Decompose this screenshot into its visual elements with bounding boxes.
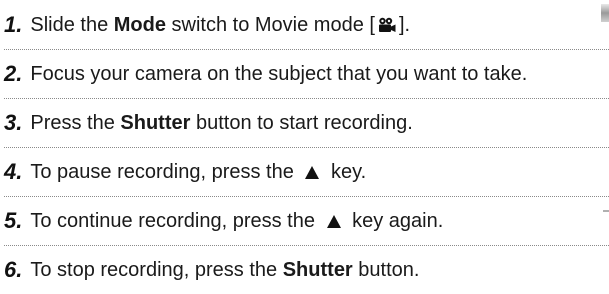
- step-text: To stop recording, press the Shutter but…: [30, 260, 419, 280]
- step-divider: [4, 98, 609, 99]
- step-text: Focus your camera on the subject that yo…: [30, 64, 527, 84]
- step-keyword: Mode: [113, 13, 166, 36]
- step-number: 5.: [4, 207, 23, 233]
- up-triangle-icon: [305, 165, 320, 179]
- step-number: 6.: [4, 256, 23, 282]
- step-divider: [4, 196, 609, 197]
- step-text-fragment: Slide the: [30, 13, 114, 36]
- step-text: Slide the Mode switch to Movie mode [].: [30, 15, 410, 35]
- step-divider: [4, 49, 609, 50]
- step-5: 5. To continue recording, press the key a…: [4, 196, 609, 245]
- step-text: To pause recording, press the key.: [30, 162, 366, 182]
- step-text-fragment: button to start recording.: [190, 111, 413, 134]
- step-1: 1. Slide the Mode switch to Movie mode []…: [4, 0, 609, 49]
- step-4: 4. To pause recording, press the key.: [4, 147, 609, 196]
- step-2: 2. Focus your camera on the subject that …: [4, 49, 609, 98]
- page-edge-mark: [601, 4, 609, 22]
- step-text-fragment: Press the: [30, 111, 121, 134]
- step-text-fragment: To pause recording, press the: [30, 160, 300, 183]
- step-keyword: Shutter: [282, 258, 353, 281]
- step-text-fragment: ].: [398, 13, 411, 36]
- step-divider: [4, 245, 609, 246]
- page-edge-tick: [603, 210, 609, 212]
- step-text-fragment: To continue recording, press the: [30, 209, 321, 232]
- step-6: 6. To stop recording, press the Shutter b…: [4, 245, 609, 294]
- step-divider: [4, 147, 609, 148]
- step-text-fragment: Focus your camera on the subject that yo…: [30, 62, 528, 85]
- step-text: To continue recording, press the key aga…: [30, 211, 443, 231]
- step-number: 3.: [4, 109, 23, 135]
- movie-camera-icon: [378, 17, 396, 33]
- step-3: 3. Press the Shutter button to start reco…: [4, 98, 609, 147]
- step-text-fragment: To stop recording, press the: [30, 258, 283, 281]
- step-number: 1.: [4, 11, 23, 37]
- step-text: Press the Shutter button to start record…: [30, 113, 412, 133]
- step-number: 4.: [4, 158, 23, 184]
- step-keyword: Shutter: [120, 111, 191, 134]
- step-number: 2.: [4, 60, 23, 86]
- step-text-fragment: button.: [352, 258, 420, 281]
- step-text-fragment: switch to Movie mode [: [165, 13, 375, 36]
- step-text-fragment: key.: [325, 160, 367, 183]
- up-triangle-icon: [326, 214, 341, 228]
- step-text-fragment: key again.: [346, 209, 444, 232]
